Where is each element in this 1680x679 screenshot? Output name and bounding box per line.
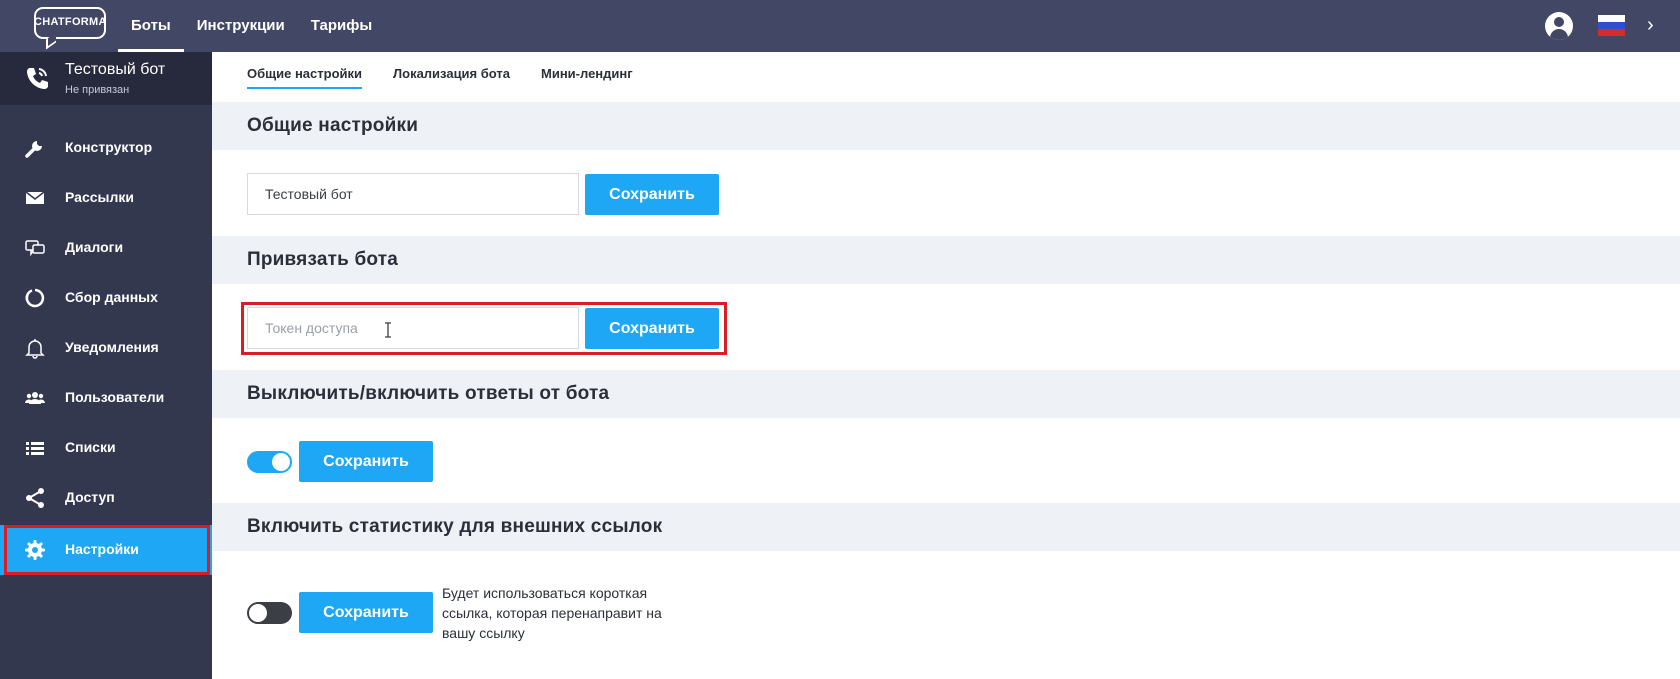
bot-header[interactable]: Тестовый бот Не привязан — [0, 52, 212, 105]
link-stats-note: Будет использоваться короткая ссылка, ко… — [442, 585, 662, 641]
phone-icon — [27, 68, 48, 89]
envelope-icon — [25, 191, 45, 204]
sidebar-item-data-collection[interactable]: Сбор данных — [0, 273, 212, 323]
save-replies-button[interactable]: Сохранить — [299, 441, 433, 482]
gear-icon — [25, 540, 45, 560]
avatar-head — [1554, 17, 1564, 27]
sidebar-item-label: Конструктор — [65, 139, 153, 155]
wrench-icon — [25, 141, 42, 158]
sidebar-item-lists[interactable]: Списки — [0, 423, 212, 473]
bot-name: Тестовый бот — [65, 61, 166, 78]
sidebar-item-notifications[interactable]: Уведомления — [0, 323, 212, 373]
share-icon — [26, 488, 44, 508]
top-bar: CHATFORMA Боты Инструкции Тарифы › — [0, 0, 1680, 52]
flag-stripe-red — [1598, 29, 1625, 36]
bot-replies-toggle[interactable] — [247, 451, 292, 473]
russia-flag-icon[interactable] — [1598, 15, 1625, 36]
sidebar-item-dialogs[interactable]: Диалоги — [0, 223, 212, 273]
sidebar-item-label: Доступ — [65, 489, 115, 505]
access-token-input[interactable] — [247, 307, 579, 349]
link-stats-toggle[interactable] — [247, 602, 292, 624]
sidebar-item-mailings[interactable]: Рассылки — [0, 173, 212, 223]
sidebar-item-label: Пользователи — [65, 389, 165, 405]
chat-bubbles-icon — [25, 240, 45, 257]
settings-tabs: Общие настройки Локализация бота Мини-ле… — [247, 66, 664, 89]
flag-stripe-white — [1598, 15, 1625, 22]
list-icon — [26, 442, 44, 455]
sidebar-item-label: Настройки — [65, 541, 139, 557]
sidebar-item-label: Уведомления — [65, 339, 159, 355]
chevron-right-icon[interactable]: › — [1647, 13, 1654, 37]
link-stats-title: Включить статистику для внешних ссылок — [247, 516, 663, 537]
bot-name-input[interactable] — [247, 173, 579, 215]
tab-general-settings[interactable]: Общие настройки — [247, 66, 362, 89]
sidebar-item-label: Рассылки — [65, 189, 134, 205]
general-settings-header: Общие настройки — [212, 102, 1680, 150]
bot-replies-header: Выключить/включить ответы от бота — [212, 370, 1680, 418]
circular-arrows-icon — [25, 288, 45, 308]
save-stats-button[interactable]: Сохранить — [299, 592, 433, 633]
users-icon — [25, 392, 45, 404]
sidebar-item-settings[interactable]: Настройки — [0, 525, 212, 575]
toggle-knob — [272, 453, 290, 471]
sidebar-item-label: Диалоги — [65, 239, 124, 255]
tab-bot-localization[interactable]: Локализация бота — [393, 66, 510, 89]
top-nav: Боты Инструкции Тарифы — [118, 0, 385, 52]
nav-bots[interactable]: Боты — [118, 0, 184, 52]
toggle-knob — [249, 604, 267, 622]
logo-text: CHATFORMA — [34, 16, 107, 28]
sidebar-item-constructor[interactable]: Конструктор — [0, 123, 212, 173]
nav-pricing[interactable]: Тарифы — [298, 0, 385, 52]
save-name-button[interactable]: Сохранить — [585, 174, 719, 215]
bind-bot-title: Привязать бота — [247, 249, 399, 270]
general-settings-title: Общие настройки — [247, 115, 419, 136]
bot-replies-title: Выключить/включить ответы от бота — [247, 383, 610, 404]
save-token-button[interactable]: Сохранить — [585, 308, 719, 349]
flag-stripe-blue — [1598, 22, 1625, 29]
chatforma-logo[interactable]: CHATFORMA — [34, 7, 107, 50]
bind-bot-header: Привязать бота — [212, 236, 1680, 284]
sidebar: Тестовый бот Не привязан Конструктор Рас… — [0, 52, 212, 679]
sidebar-item-label: Сбор данных — [65, 289, 158, 305]
sidebar-item-users[interactable]: Пользователи — [0, 373, 212, 423]
tab-mini-landing[interactable]: Мини-лендинг — [541, 66, 633, 89]
nav-instructions[interactable]: Инструкции — [184, 0, 298, 52]
sidebar-item-access[interactable]: Доступ — [0, 473, 212, 523]
avatar-body — [1550, 29, 1568, 40]
bell-icon — [25, 339, 45, 359]
user-circle-icon[interactable] — [1545, 12, 1573, 40]
sidebar-item-label: Списки — [65, 439, 116, 455]
main-content: Общие настройки Локализация бота Мини-ле… — [212, 52, 1680, 679]
bot-status: Не привязан — [65, 84, 130, 96]
link-stats-header: Включить статистику для внешних ссылок — [212, 503, 1680, 551]
text-cursor-icon — [385, 322, 391, 338]
